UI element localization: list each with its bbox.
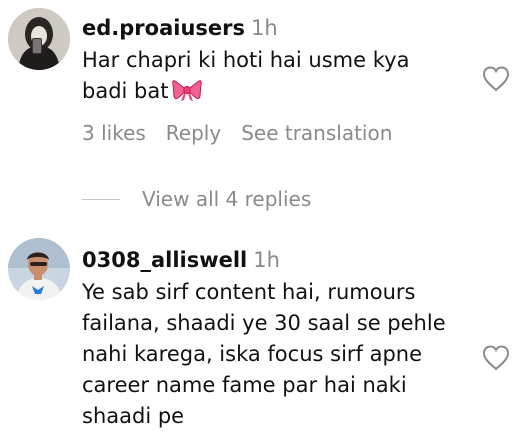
comment-timestamp: 1h bbox=[253, 248, 280, 272]
comment-item: ed.proaiusers 1h Har chapri ki hoti hai u… bbox=[0, 0, 523, 170]
comment-actions: 3 likes Reply See translation bbox=[82, 121, 473, 145]
comment-text-line: failana, shaadi ye 30 saal se pehle bbox=[82, 311, 446, 335]
comment-text-line: career name fame par hai naki bbox=[82, 373, 407, 397]
comment-text-line: Ye sab sirf content hai, rumours bbox=[82, 280, 416, 304]
comment-text-line: Har chapri ki hoti hai usme kya bbox=[82, 48, 410, 72]
see-translation-button[interactable]: See translation bbox=[241, 121, 392, 145]
comment-text: Har chapri ki hoti hai usme kya badi bat bbox=[82, 45, 473, 107]
comment-text-line-with-emoji: badi bat bbox=[82, 76, 473, 107]
replies-divider bbox=[82, 198, 120, 200]
comment-text: Ye sab sirf content hai, rumours failana… bbox=[82, 277, 473, 432]
avatar-image bbox=[8, 238, 70, 300]
comment-username[interactable]: 0308_alliswell bbox=[82, 248, 247, 272]
comment-username[interactable]: ed.proaiusers bbox=[82, 16, 245, 40]
heart-outline-icon[interactable] bbox=[481, 65, 511, 93]
comment-item: 0308_alliswell 1h Ye sab sirf content hai… bbox=[0, 228, 523, 444]
avatar-image bbox=[8, 8, 70, 70]
comment-text-line: nahi karega, iska focus sirf apne bbox=[82, 342, 423, 366]
likes-count[interactable]: 3 likes bbox=[82, 121, 146, 145]
comment-text-line: shaadi pe bbox=[82, 404, 185, 428]
view-all-replies-button[interactable]: View all 4 replies bbox=[82, 184, 311, 214]
avatar[interactable] bbox=[8, 8, 70, 70]
avatar[interactable] bbox=[8, 238, 70, 300]
heart-outline-icon[interactable] bbox=[481, 344, 511, 372]
view-replies-label: View all 4 replies bbox=[142, 187, 312, 211]
pink-bow-emoji bbox=[172, 79, 203, 101]
reply-button[interactable]: Reply bbox=[166, 121, 221, 145]
comment-text-line: badi bat bbox=[82, 79, 169, 103]
comment-timestamp: 1h bbox=[251, 16, 278, 40]
